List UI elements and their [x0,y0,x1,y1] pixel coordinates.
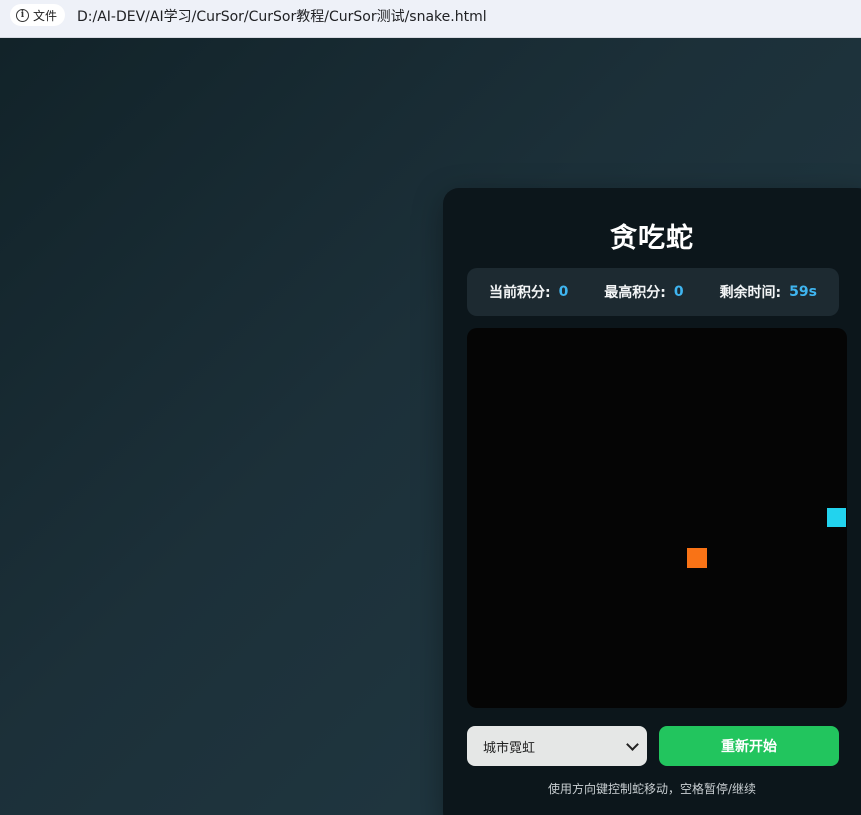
high-score-value: 0 [673,284,684,300]
time-left-label: 剩余时间: [719,285,782,301]
current-score-label: 当前积分: [488,285,551,301]
snake-head [687,548,707,568]
current-score: 当前积分: 0 [489,282,568,302]
high-score-label: 最高积分: [604,285,666,301]
info-icon: i [16,8,29,22]
theme-select-value: 城市霓虹 [483,740,536,756]
url-field[interactable]: D:/AI-DEV/AI学习/CurSor/CurSor教程/CurSor测试/… [77,6,487,26]
restart-button[interactable]: 重新开始 [659,726,839,766]
score-bar: 当前积分: 0 最高积分: 0 剩余时间: 59s [467,268,839,316]
site-info-button[interactable]: i 文件 [10,4,66,26]
game-board[interactable] [467,328,847,708]
game-title: 贪吃蛇 [610,223,694,254]
high-score: 最高积分: 0 [604,282,683,302]
time-left-value: 59s [789,284,817,300]
site-info-label: 文件 [33,8,58,23]
browser-address-bar: i 文件 D:/AI-DEV/AI学习/CurSor/CurSor教程/CurS… [0,0,861,38]
time-left: 剩余时间: 59s [720,282,817,302]
chevron-down-icon [626,737,639,751]
theme-select[interactable]: 城市霓虹 [467,726,647,766]
food-item [827,508,846,527]
game-panel: 贪吃蛇 当前积分: 0 最高积分: 0 剩余时间: 59s 城市霓虹 重新开始 … [443,188,861,815]
controls-hint: 使用方向键控制蛇移动，空格暂停/继续 [547,782,757,796]
current-score-value: 0 [558,284,569,300]
